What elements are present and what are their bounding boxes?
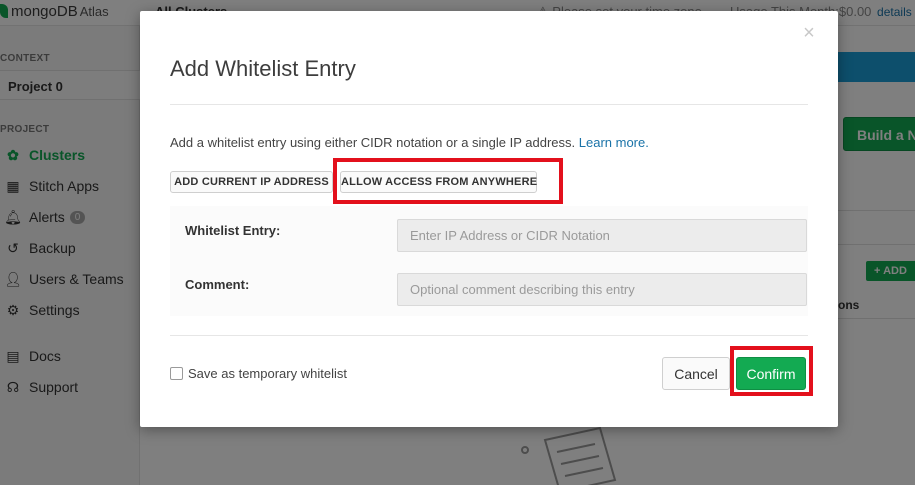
cancel-button[interactable]: Cancel	[662, 357, 730, 390]
whitelist-entry-input[interactable]	[397, 219, 807, 252]
comment-input[interactable]	[397, 273, 807, 306]
temporary-whitelist-toggle[interactable]: Save as temporary whitelist	[170, 366, 347, 381]
temporary-whitelist-checkbox[interactable]	[170, 367, 183, 380]
whitelist-entry-label: Whitelist Entry:	[185, 223, 281, 238]
whitelist-form: Whitelist Entry: Comment:	[170, 206, 808, 316]
description-text: Add a whitelist entry using either CIDR …	[170, 135, 576, 150]
annotation-highlight-box	[333, 158, 563, 204]
add-whitelist-entry-dialog: × Add Whitelist Entry Add a whitelist en…	[140, 11, 838, 427]
temporary-whitelist-label: Save as temporary whitelist	[188, 366, 347, 381]
dialog-description: Add a whitelist entry using either CIDR …	[170, 135, 649, 150]
annotation-highlight-box	[730, 346, 813, 396]
learn-more-link[interactable]: Learn more.	[579, 135, 649, 150]
divider	[170, 335, 808, 336]
close-icon[interactable]: ×	[799, 23, 819, 43]
add-current-ip-button[interactable]: ADD CURRENT IP ADDRESS	[170, 171, 333, 193]
divider	[170, 104, 808, 105]
dialog-title: Add Whitelist Entry	[170, 56, 356, 81]
comment-label: Comment:	[185, 277, 250, 292]
